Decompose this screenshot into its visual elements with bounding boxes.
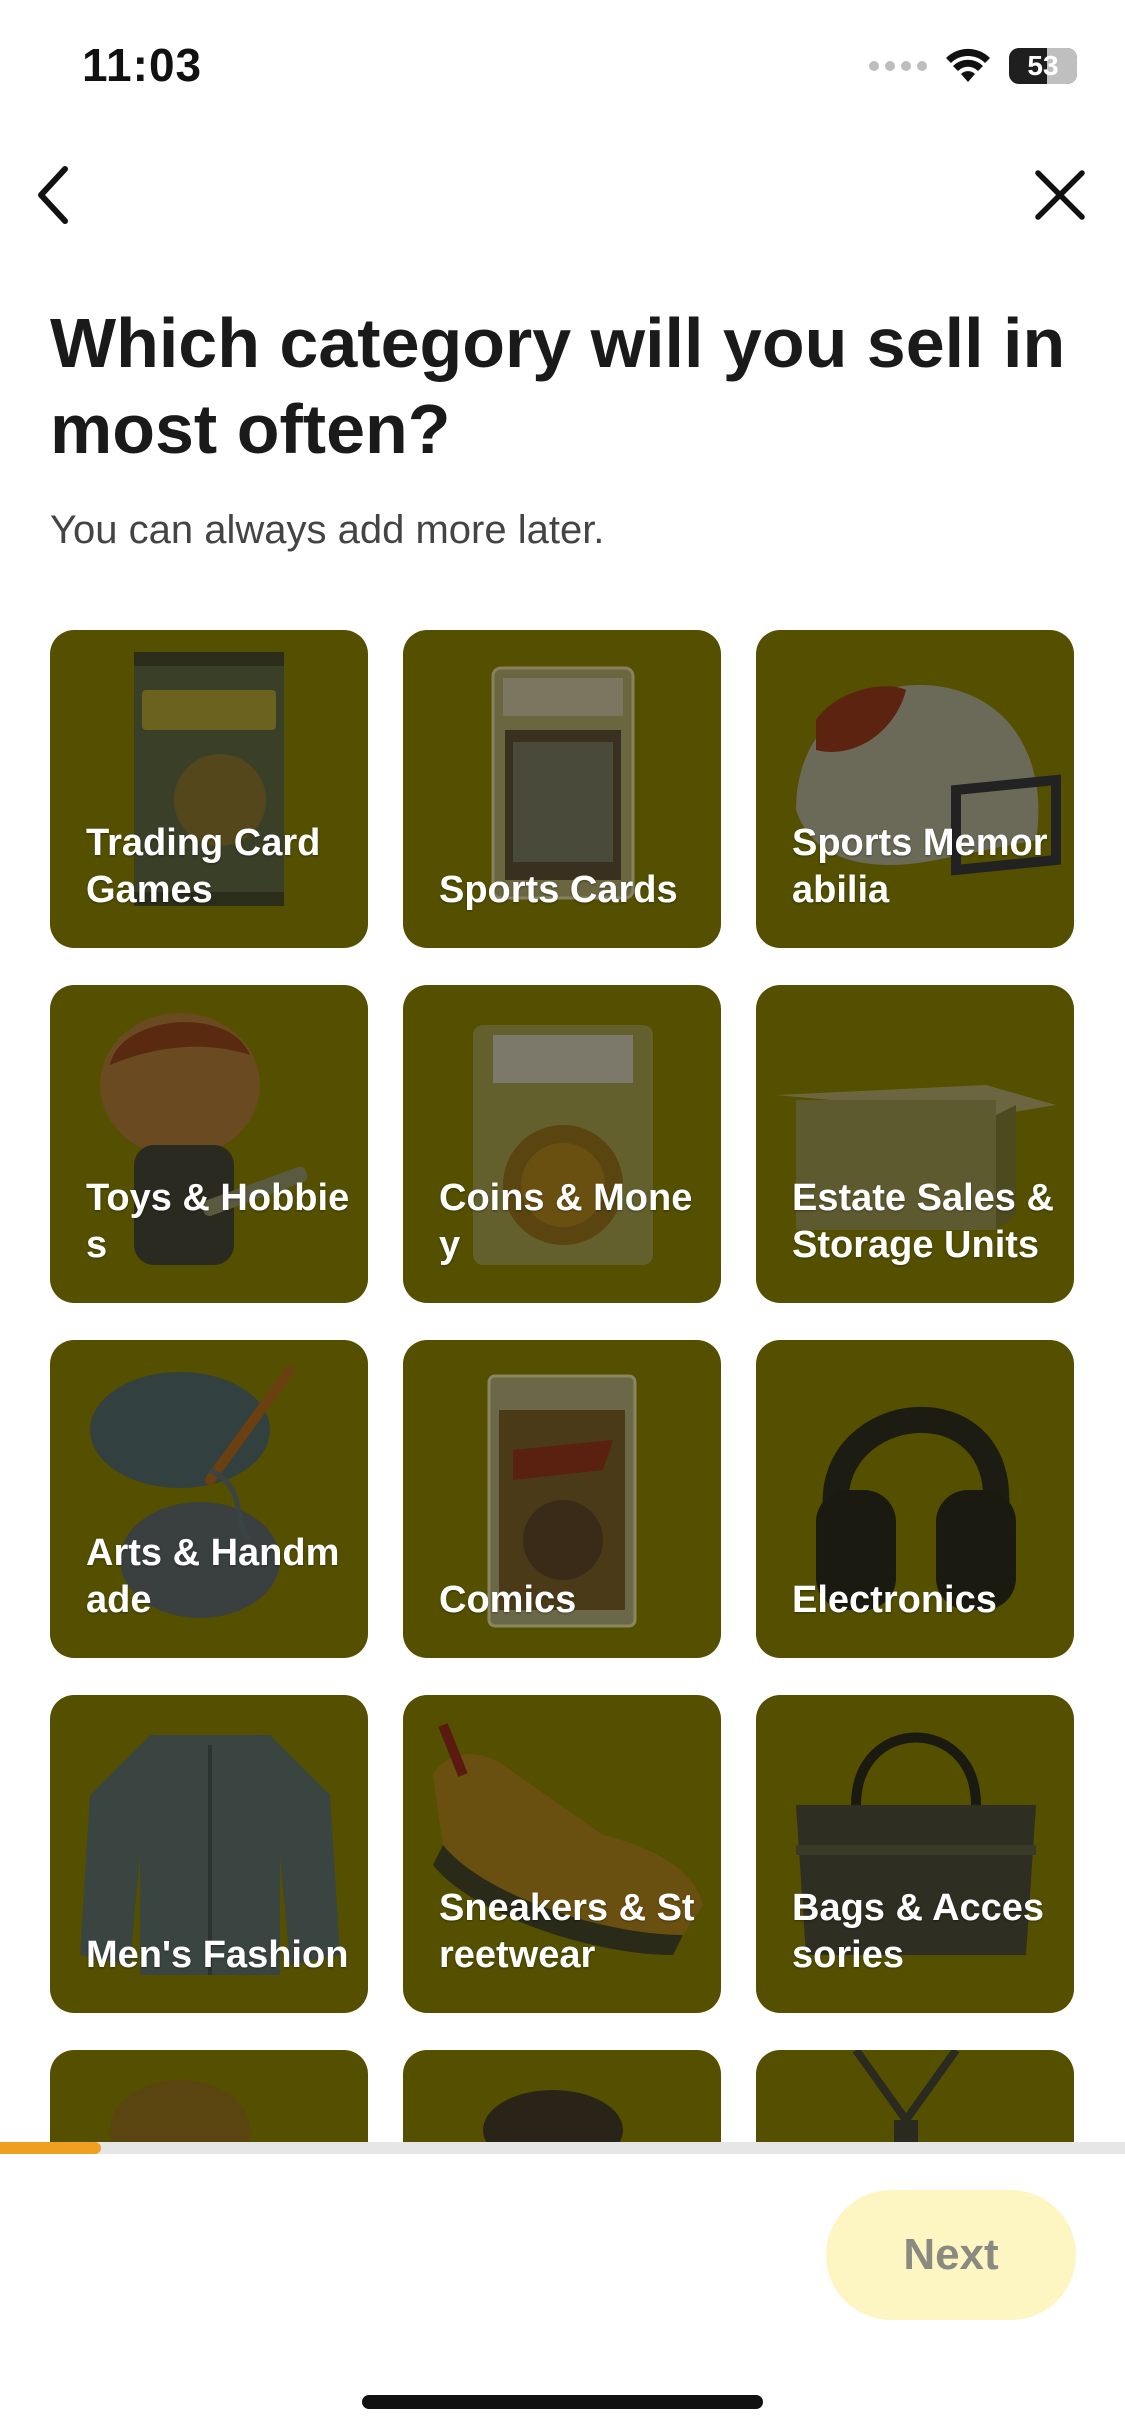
- status-bar: 11:03 53: [0, 0, 1125, 140]
- home-indicator: [362, 2395, 763, 2409]
- sweater-icon: [110, 2080, 250, 2142]
- chevron-left-icon: [38, 166, 68, 224]
- status-time: 11:03: [82, 39, 203, 91]
- category-tile-bags-accessories[interactable]: Bags & Accessories: [756, 1695, 1074, 2013]
- category-label: Electronics: [792, 1579, 997, 1621]
- back-button[interactable]: [18, 160, 88, 230]
- page-title: Which category will you sell in most oft…: [50, 304, 1066, 468]
- cellular-signal-icon: [869, 61, 927, 71]
- category-tile-sweater[interactable]: [50, 2050, 368, 2142]
- close-icon: [1035, 170, 1085, 220]
- wifi-icon: [946, 48, 990, 82]
- category-label: Sports Memorabilia: [792, 822, 1048, 911]
- category-label: Trading Card Games: [86, 822, 321, 911]
- category-tile-sneakers-streetwear[interactable]: Sneakers & Streetwear: [403, 1695, 721, 2013]
- category-tile-mens-fashion[interactable]: Men's Fashion: [50, 1695, 368, 2013]
- category-label: Estate Sales & Storage Units: [792, 1177, 1054, 1266]
- category-label: Comics: [439, 1579, 577, 1621]
- category-tile-comics[interactable]: Comics: [403, 1340, 721, 1658]
- category-label: Men's Fashion: [86, 1934, 349, 1976]
- battery-icon: 53: [1009, 48, 1077, 84]
- makeup-brush-icon: [483, 2090, 623, 2142]
- category-tile-toys-hobbies[interactable]: Toys & Hobbies: [50, 985, 368, 1303]
- category-tile-necklace[interactable]: [756, 2050, 1074, 2142]
- category-tile-trading-card-games[interactable]: Trading Card Games: [50, 630, 368, 948]
- category-tile-arts-handmade[interactable]: Arts & Handmade: [50, 1340, 368, 1658]
- category-label: Coins & Money: [439, 1177, 693, 1266]
- onboarding-progress-bar: [0, 2142, 1125, 2154]
- category-tile-makeup-brush[interactable]: [403, 2050, 721, 2142]
- category-label: Sneakers & Streetwear: [439, 1887, 695, 1976]
- status-icons: 53: [869, 48, 1077, 84]
- category-label: Toys & Hobbies: [86, 1177, 350, 1266]
- category-label: Bags & Accessories: [792, 1887, 1045, 1976]
- category-tile-coins-money[interactable]: Coins & Money: [403, 985, 721, 1303]
- category-label: Sports Cards: [439, 869, 678, 911]
- progress-fill: [0, 2142, 102, 2154]
- next-button[interactable]: Next: [826, 2190, 1076, 2320]
- close-button[interactable]: [1025, 160, 1095, 230]
- category-tile-sports-cards[interactable]: Sports Cards: [403, 630, 721, 948]
- page-subtitle: You can always add more later.: [50, 508, 605, 552]
- category-tile-electronics[interactable]: Electronics: [756, 1340, 1074, 1658]
- category-tile-estate-sales-storage-units[interactable]: Estate Sales & Storage Units: [756, 985, 1074, 1303]
- category-tile-sports-memorabilia[interactable]: Sports Memorabilia: [756, 630, 1074, 948]
- necklace-icon: [852, 2050, 960, 2142]
- category-label: Arts & Handmade: [86, 1532, 340, 1621]
- category-grid-viewport[interactable]: Trading Card Games Sports Cards Sports M…: [0, 630, 1125, 2142]
- battery-level: 53: [1027, 50, 1059, 81]
- category-grid: Trading Card Games Sports Cards Sports M…: [50, 630, 1074, 2142]
